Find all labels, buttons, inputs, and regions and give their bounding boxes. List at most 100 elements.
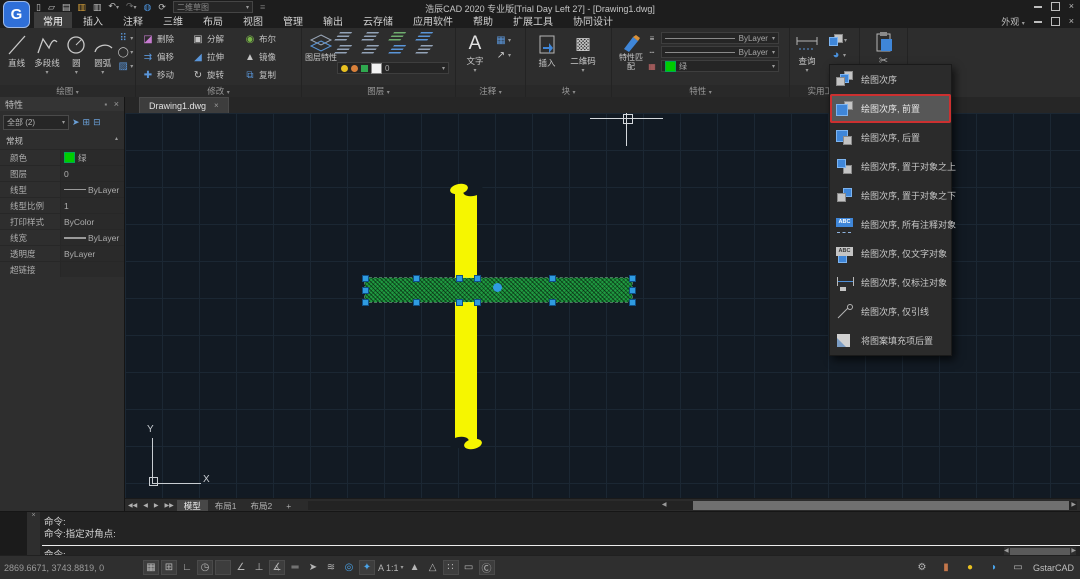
- layer-on-icon[interactable]: [360, 45, 380, 54]
- mirror-button[interactable]: ▲ 镜像: [244, 48, 292, 66]
- ribbon-tab-help[interactable]: 帮助: [464, 12, 502, 29]
- layout2-tab[interactable]: 布局2: [243, 500, 279, 512]
- menu-item-send-hatch-to-back[interactable]: 将图案填充项后置: [830, 326, 951, 355]
- layer-isolate-icon[interactable]: [414, 32, 434, 41]
- transparency-split-button[interactable]: ◕ ▾: [830, 49, 846, 61]
- layer-select[interactable]: 0 ▾: [337, 62, 449, 74]
- ribbon-tab-home[interactable]: 常用: [34, 12, 72, 29]
- hardware-acceleration-icon[interactable]: [461, 560, 477, 575]
- arc-button[interactable]: 圆弧 ▾: [89, 30, 116, 76]
- leader-button[interactable]: ↗ ▾: [495, 50, 511, 61]
- maximize-icon[interactable]: [1050, 2, 1060, 11]
- layer-unlock-icon[interactable]: [414, 45, 434, 54]
- layer-thaw-icon[interactable]: [387, 45, 407, 54]
- scroll-left-icon[interactable]: ◀: [662, 501, 667, 510]
- ribbon-tab-layout[interactable]: 布局: [194, 12, 232, 29]
- offset-button[interactable]: ⇉ 偏移: [142, 48, 192, 66]
- horizontal-scrollbar[interactable]: ◀ ▶: [308, 501, 1077, 510]
- property-row-plot-style[interactable]: 打印样式 ByColor: [0, 213, 124, 229]
- appearance-menu[interactable]: 外观 ▾: [1001, 15, 1025, 28]
- object-snap-3d-icon[interactable]: [251, 560, 267, 575]
- grip[interactable]: [629, 275, 636, 282]
- menu-item-text-to-front[interactable]: ABC 绘图次序, 仅文字对象: [830, 239, 951, 268]
- grip[interactable]: [629, 287, 636, 294]
- ribbon-tab-view[interactable]: 视图: [234, 12, 272, 29]
- grip[interactable]: [362, 275, 369, 282]
- polyline-button[interactable]: 多段线 ▾: [30, 30, 63, 76]
- grid-display-icon[interactable]: [143, 560, 159, 575]
- inquiry-button[interactable]: 查询 ▾: [793, 30, 821, 74]
- ribbon-tab-apps[interactable]: 应用软件: [404, 12, 462, 29]
- display-mode-icon[interactable]: [1010, 560, 1026, 575]
- add-layout-tab[interactable]: +: [279, 500, 298, 512]
- selection-cycling-icon[interactable]: [305, 560, 321, 575]
- draw-order-split-button[interactable]: ▾: [828, 34, 847, 46]
- property-row-lineweight[interactable]: 线宽 ByLayer: [0, 229, 124, 245]
- grip[interactable]: [629, 299, 636, 306]
- palette-close-icon[interactable]: ×: [114, 99, 119, 109]
- layer-freeze-icon[interactable]: [360, 32, 380, 41]
- menu-item-send-under-objects[interactable]: 绘图次序, 置于对象之下: [830, 181, 956, 210]
- document-tab[interactable]: Drawing1.dwg ×: [139, 97, 229, 113]
- copy-button[interactable]: ⧉ 复制: [244, 66, 292, 84]
- snap-mode-icon[interactable]: [161, 560, 177, 575]
- open-file-icon[interactable]: ▱: [48, 2, 55, 12]
- property-row-hyperlink[interactable]: 超链接: [0, 261, 124, 277]
- layout1-tab[interactable]: 布局1: [208, 500, 244, 512]
- property-row-linetype-scale[interactable]: 线型比例 1: [0, 197, 124, 213]
- layer-properties-button[interactable]: 图层特性: [305, 30, 337, 74]
- object-snap-tracking-icon[interactable]: [269, 560, 285, 575]
- erase-button[interactable]: ◪ 删除: [142, 30, 192, 48]
- ellipse-button[interactable]: ◯ ▾: [117, 47, 134, 58]
- yellow-line[interactable]: [448, 182, 484, 451]
- workspace-switch-icon[interactable]: [359, 560, 375, 575]
- ribbon-tab-annotate[interactable]: 注释: [114, 12, 152, 29]
- grip[interactable]: [474, 299, 481, 306]
- command-line-window[interactable]: × 命令: 命令:指定对角点: 命令: ◀ ▶: [0, 511, 1080, 561]
- ribbon-tab-collaborate[interactable]: 协同设计: [564, 12, 622, 29]
- explode-button[interactable]: ▣ 分解: [192, 30, 244, 48]
- select-objects-icon[interactable]: ⊟: [93, 117, 101, 128]
- menu-item-bring-above-objects[interactable]: 绘图次序, 置于对象之上: [830, 152, 956, 181]
- properties-section-general[interactable]: 常规 ▴: [0, 133, 124, 149]
- ortho-mode-icon[interactable]: [179, 560, 195, 575]
- table-button[interactable]: ▦ ▾: [495, 35, 511, 46]
- document-tab-close-icon[interactable]: ×: [214, 101, 219, 110]
- property-row-linetype[interactable]: 线型 ByLayer: [0, 181, 124, 197]
- grip[interactable]: [474, 275, 481, 282]
- last-tab-icon[interactable]: ▶▶: [161, 502, 176, 509]
- ribbon-tab-express[interactable]: 扩展工具: [504, 12, 562, 29]
- qrcode-button[interactable]: ▩ 二维码 ▾: [564, 30, 602, 74]
- ribbon-tab-insert[interactable]: 插入: [74, 12, 112, 29]
- quick-select-icon[interactable]: ⊞: [83, 117, 91, 128]
- auto-annotation-scale-icon[interactable]: [425, 560, 441, 575]
- connection-icon[interactable]: [938, 560, 954, 575]
- cmd-scrollbar-thumb[interactable]: [1009, 548, 1071, 555]
- grip[interactable]: [362, 299, 369, 306]
- menu-item-leaders-to-front[interactable]: 绘图次序, 仅引线: [830, 297, 951, 326]
- grip[interactable]: [456, 299, 463, 306]
- grip[interactable]: [456, 275, 463, 282]
- hatch-button[interactable]: ▨ ▾: [117, 61, 133, 72]
- plot-icon[interactable]: ▥: [93, 2, 102, 12]
- ribbon-tab-manage[interactable]: 管理: [274, 12, 312, 29]
- save-icon[interactable]: ▤: [62, 2, 71, 12]
- property-row-color[interactable]: 颜色 绿: [0, 149, 124, 165]
- layer-lock-icon[interactable]: [387, 32, 407, 41]
- isometric-drafting-icon[interactable]: [215, 560, 231, 575]
- ribbon-tab-3d[interactable]: 三维: [154, 12, 192, 29]
- paste-icon[interactable]: [874, 31, 894, 53]
- property-row-layer[interactable]: 图层 0: [0, 165, 124, 181]
- model-tab[interactable]: 模型: [176, 499, 208, 512]
- next-tab-icon[interactable]: ▶: [151, 502, 162, 509]
- lineweight-select[interactable]: ByLayer ▾: [661, 46, 779, 58]
- doc-close-icon[interactable]: ×: [1069, 17, 1074, 26]
- save-as-icon[interactable]: ▥: [77, 2, 86, 12]
- move-button[interactable]: ✚ 移动: [142, 66, 192, 84]
- selection-filter-select[interactable]: 全部 (2) ▾: [3, 115, 69, 130]
- text-button[interactable]: A 文字 ▾: [460, 30, 490, 74]
- ribbon-tab-output[interactable]: 输出: [314, 12, 352, 29]
- grip[interactable]: [549, 275, 556, 282]
- boolean-button[interactable]: ◉ 布尔: [244, 30, 292, 48]
- clean-screen-icon[interactable]: [478, 560, 495, 575]
